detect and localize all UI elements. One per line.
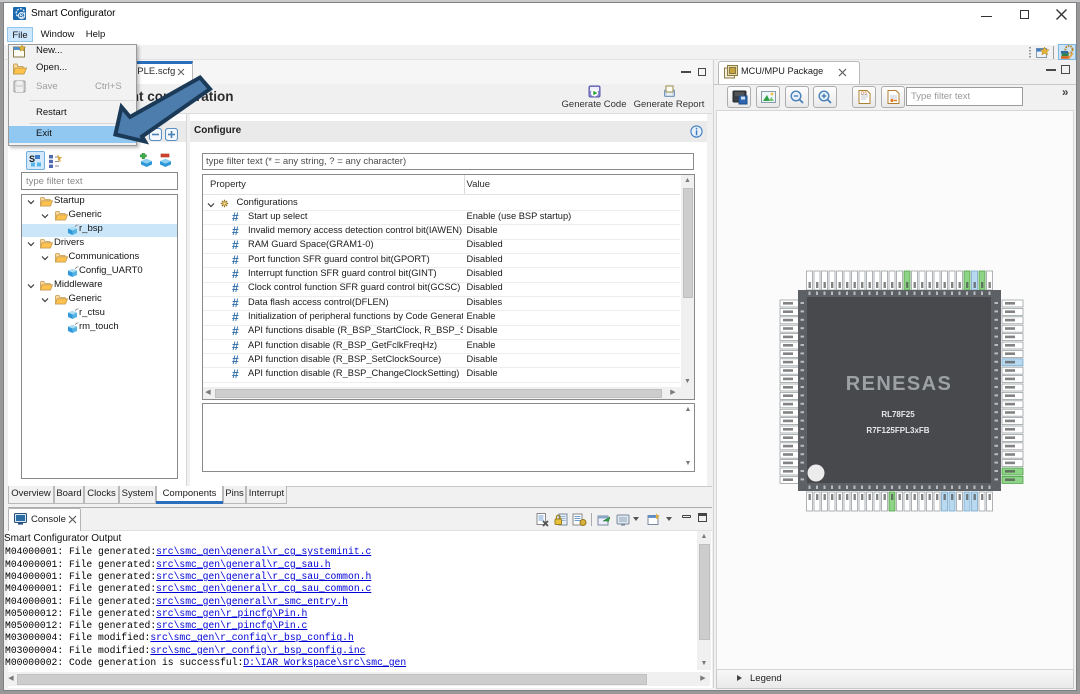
svg-text:RENESAS: RENESAS — [846, 373, 953, 395]
svg-text:S: S — [19, 13, 24, 20]
svg-text:DS: DS — [861, 91, 867, 96]
svg-text:RL78F25: RL78F25 — [881, 410, 915, 419]
svg-text:R7F125FPL3xFB: R7F125FPL3xFB — [866, 426, 929, 435]
